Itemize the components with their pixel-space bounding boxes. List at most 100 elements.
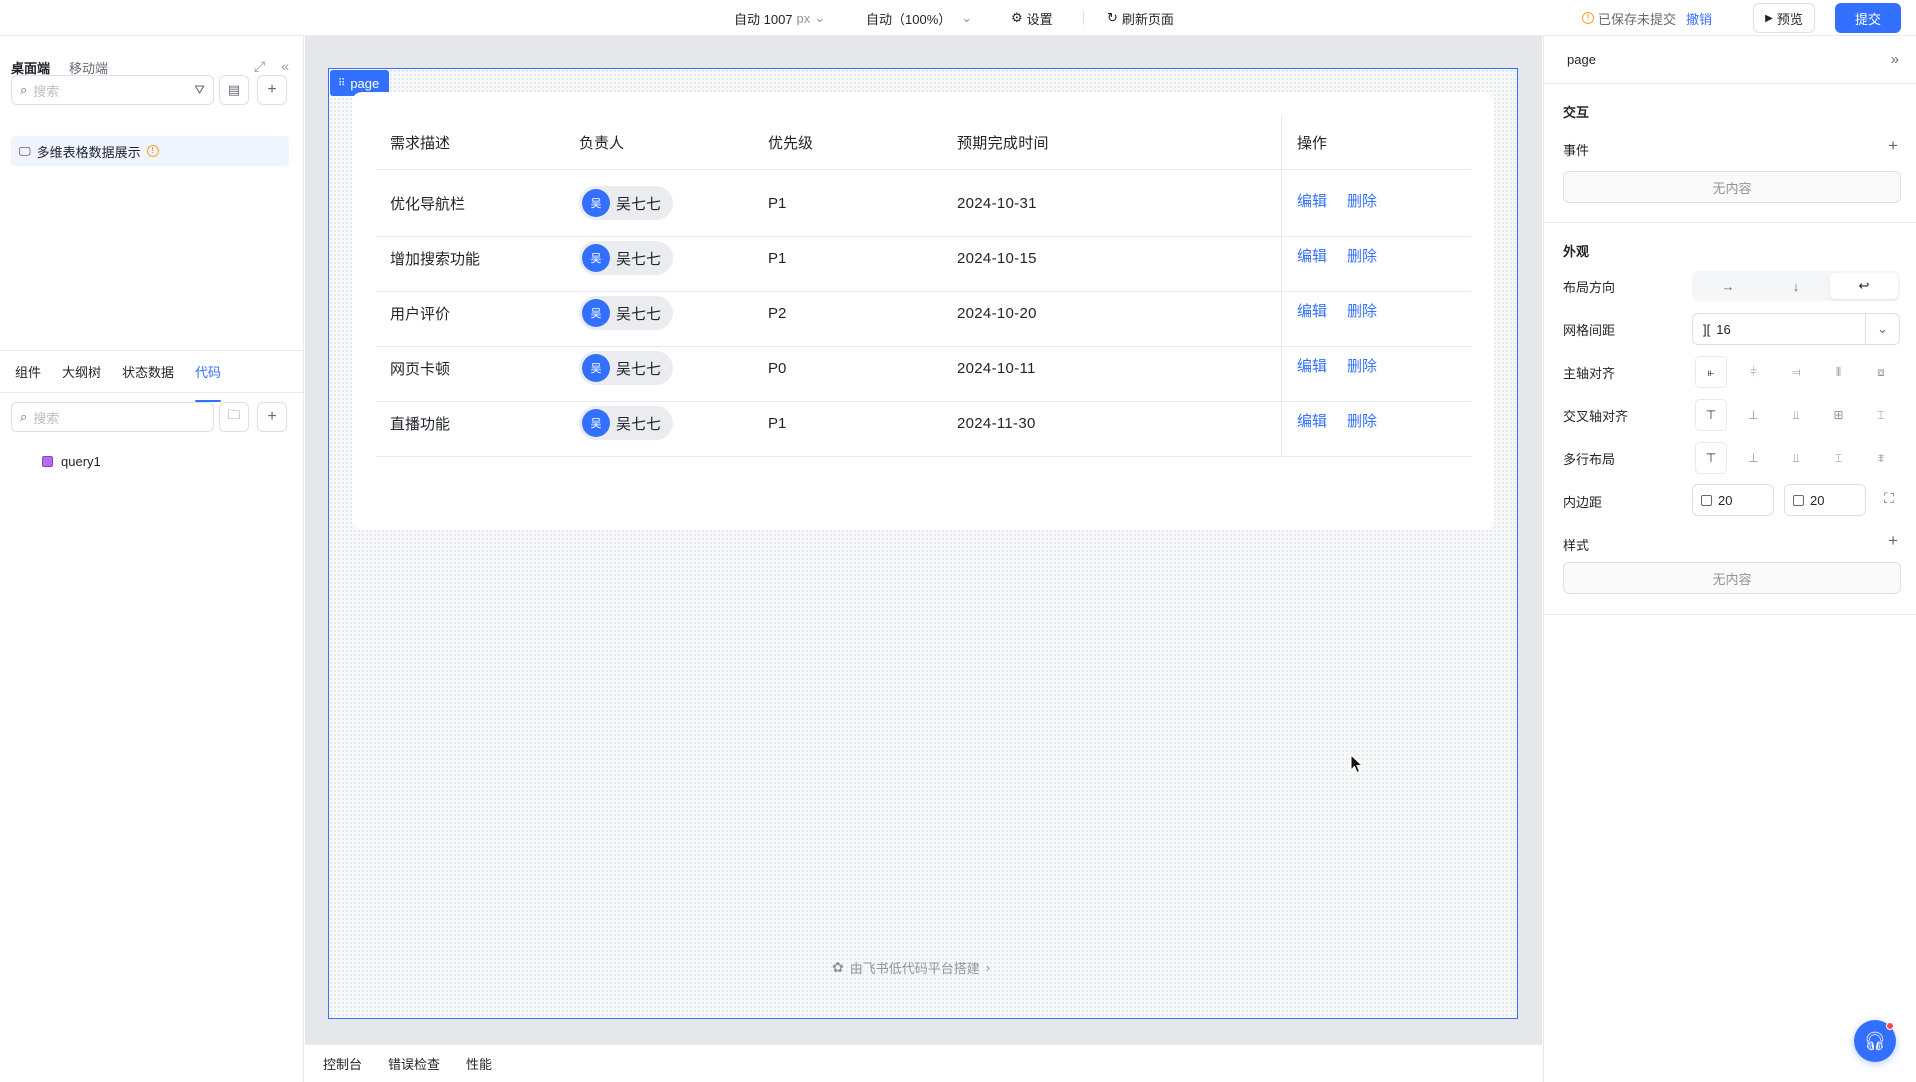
delete-button[interactable]: 删除	[1347, 355, 1377, 376]
cell-desc: 网页卡顿	[390, 360, 451, 378]
collapse-right-icon[interactable]: »	[1891, 51, 1899, 68]
padding-horizontal-input[interactable]: 20	[1784, 484, 1866, 516]
preview-button[interactable]: ▶ 预览	[1753, 3, 1815, 33]
padding-horizontal-icon	[1793, 494, 1804, 506]
align-baseline-icon[interactable]: ⊞	[1824, 400, 1854, 430]
edit-button[interactable]: 编辑	[1297, 245, 1327, 266]
settings-label: 设置	[1026, 11, 1053, 27]
tab-error-check[interactable]: 错误检查	[388, 1054, 440, 1073]
cell-priority: P1	[768, 194, 787, 212]
header-date: 预期完成时间	[957, 134, 1049, 152]
page-list-item[interactable]: 🖵 多维表格数据展示 !	[11, 136, 289, 166]
refresh-button[interactable]: ↻ 刷新页面	[1107, 0, 1174, 36]
padding-vertical-input[interactable]: 20	[1692, 484, 1774, 516]
wrap-around-icon[interactable]: ⌶	[1824, 443, 1854, 473]
wrap-bottom-icon[interactable]: ⫫	[1781, 443, 1811, 473]
edit-button[interactable]: 编辑	[1297, 410, 1327, 431]
grid-gap-label: 网格间距	[1563, 323, 1616, 338]
tab-performance[interactable]: 性能	[466, 1054, 492, 1073]
arrow-right-icon[interactable]: →	[1694, 273, 1762, 299]
expand-icon[interactable]: ⤢	[254, 58, 265, 75]
page-item-label: 多维表格数据展示	[36, 144, 141, 160]
add-page-button[interactable]: +	[257, 75, 287, 105]
padding-vertical-icon	[1701, 494, 1712, 506]
avatar: 吴	[582, 299, 610, 327]
wrap-between-icon[interactable]: ⩨	[1866, 443, 1896, 473]
edit-button[interactable]: 编辑	[1297, 300, 1327, 321]
delete-button[interactable]: 删除	[1347, 300, 1377, 321]
help-button[interactable]: 🎧︎	[1854, 1020, 1896, 1062]
align-bottom-icon[interactable]: ⫫	[1781, 400, 1811, 430]
tab-outline[interactable]: 大纲树	[62, 362, 101, 392]
wrap-top-icon[interactable]: ⊤	[1696, 443, 1726, 473]
collapse-left-icon[interactable]: «	[281, 58, 289, 75]
align-end-icon[interactable]: ⫤	[1781, 357, 1811, 387]
code-search-input[interactable]: ⌕ 搜索	[11, 402, 214, 432]
search-placeholder: 搜索	[33, 83, 60, 99]
edit-button[interactable]: 编辑	[1297, 190, 1327, 211]
tab-state-data[interactable]: 状态数据	[122, 362, 174, 392]
undo-link[interactable]: 撤销	[1686, 9, 1712, 28]
filter-icon[interactable]: ⛛	[194, 82, 205, 98]
wrap-center-icon[interactable]: ⊥	[1739, 443, 1769, 473]
page-search-input[interactable]: ⌕ 搜索 ⛛	[11, 75, 214, 105]
grid-gap-input[interactable]: ][ 16 ⌄	[1692, 313, 1900, 345]
width-mode-select[interactable]: 自动 1007 px ⌄	[734, 0, 825, 36]
delete-button[interactable]: 删除	[1347, 245, 1377, 266]
width-mode-value: 自动 1007	[734, 11, 793, 27]
settings-button[interactable]: ⚙ 设置	[1011, 0, 1053, 36]
delete-button[interactable]: 删除	[1347, 410, 1377, 431]
add-style-icon[interactable]: +	[1888, 531, 1898, 551]
chevron-down-icon: ⌄	[961, 10, 973, 25]
play-icon: ▶	[1765, 12, 1773, 24]
powered-by-link[interactable]: ✿ 由飞书低代码平台搭建 ›	[832, 958, 990, 977]
space-between-icon[interactable]: ⧈	[1866, 357, 1896, 387]
style-label: 样式	[1563, 538, 1590, 553]
cell-desc: 用户评价	[390, 305, 451, 323]
padding-expand-icon[interactable]: ⛶	[1884, 490, 1894, 507]
align-center-icon[interactable]: ⫩	[1739, 357, 1769, 387]
tab-components[interactable]: 组件	[15, 362, 41, 392]
avatar: 吴	[582, 354, 610, 382]
stretch-icon[interactable]: ⌶	[1866, 400, 1896, 430]
styles-empty-state: 无内容	[1563, 562, 1901, 594]
notification-dot	[1886, 1022, 1894, 1030]
tab-code[interactable]: 代码	[195, 362, 222, 402]
drag-handle-icon[interactable]: ⠿	[338, 78, 345, 89]
new-folder-button[interactable]: 🗀	[219, 402, 249, 432]
wrap-icon[interactable]: ↩	[1830, 273, 1898, 299]
table-header-row: 需求描述 负责人 优先级 预期完成时间 操作	[376, 115, 1471, 170]
align-top-icon[interactable]: ⊤	[1696, 400, 1726, 430]
space-around-icon[interactable]: ⦀	[1824, 357, 1854, 387]
search-icon: ⌕	[20, 82, 28, 97]
main-axis-align-options: ⫦ ⫩ ⫤ ⦀ ⧈	[1692, 357, 1900, 387]
query-list-item[interactable]: query1	[42, 454, 101, 469]
submit-button[interactable]: 提交	[1835, 3, 1901, 33]
tab-console[interactable]: 控制台	[323, 1054, 362, 1073]
align-start-icon[interactable]: ⫦	[1696, 357, 1726, 387]
refresh-icon: ↻	[1107, 10, 1118, 25]
arrow-down-icon[interactable]: ↓	[1762, 273, 1830, 299]
table-row: 直播功能 吴 吴七七 P1 2024-11-30 编辑 删除	[376, 390, 1471, 457]
add-event-icon[interactable]: +	[1888, 136, 1898, 156]
cell-date: 2024-10-31	[957, 194, 1037, 212]
avatar: 吴	[582, 244, 610, 272]
chevron-down-icon[interactable]: ⌄	[1865, 314, 1899, 344]
page-template-button[interactable]: ▤	[219, 75, 249, 105]
section-divider	[1544, 614, 1916, 615]
saved-status-text: 已保存未提交	[1598, 11, 1677, 27]
owner-name: 吴七七	[616, 195, 662, 213]
add-code-button[interactable]: +	[257, 402, 287, 432]
header-ops: 操作	[1297, 134, 1328, 152]
padding-vertical-value: 20	[1718, 492, 1733, 508]
align-middle-icon[interactable]: ⊥	[1739, 400, 1769, 430]
cell-priority: P1	[768, 249, 787, 267]
avatar: 吴	[582, 409, 610, 437]
edit-button[interactable]: 编辑	[1297, 355, 1327, 376]
zoom-select[interactable]: 自动（100%） ⌄	[866, 0, 972, 36]
main-axis-align-label: 主轴对齐	[1563, 366, 1616, 381]
delete-button[interactable]: 删除	[1347, 190, 1377, 211]
cell-date: 2024-10-15	[957, 249, 1037, 267]
layout-direction-label: 布局方向	[1563, 280, 1616, 295]
toolbar-divider	[1083, 11, 1084, 25]
